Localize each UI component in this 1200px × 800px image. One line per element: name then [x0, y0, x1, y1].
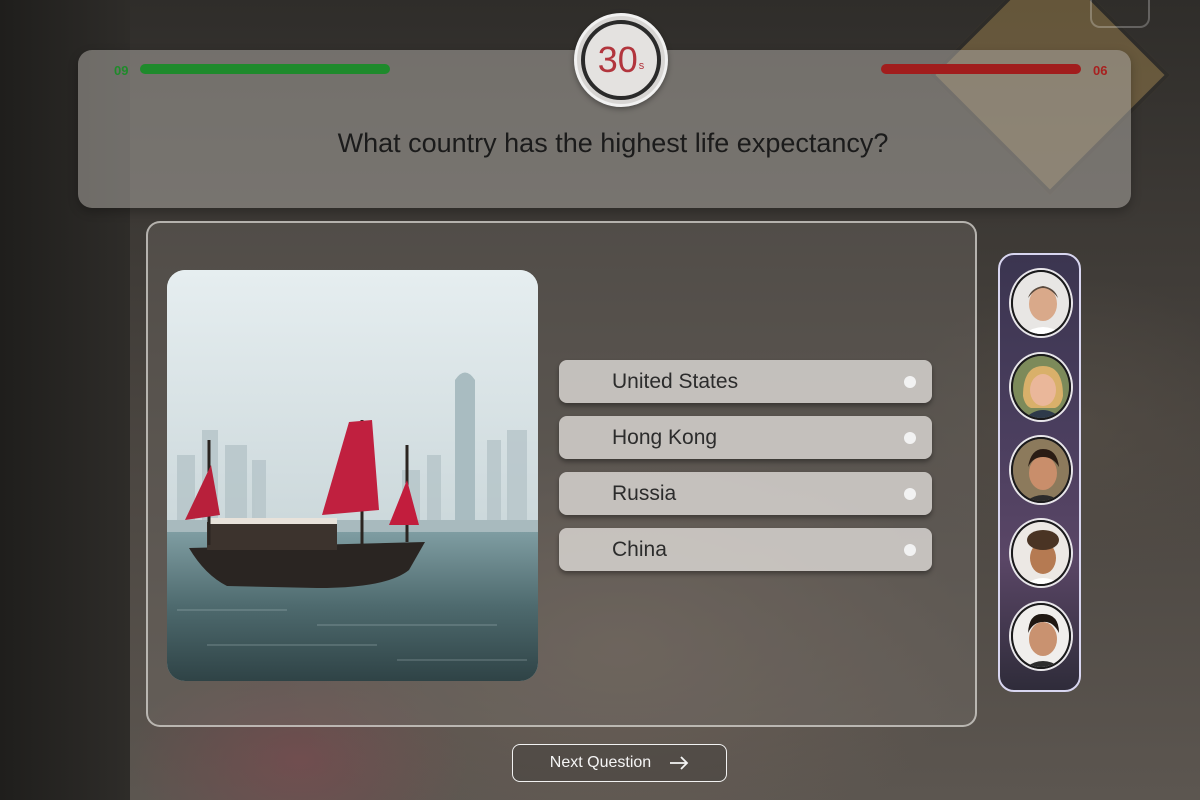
player-avatar-icon[interactable]: [1011, 437, 1071, 503]
answer-option-label: Hong Kong: [612, 426, 718, 449]
next-question-button[interactable]: Next Question: [512, 744, 727, 782]
answer-option-4[interactable]: China: [559, 528, 932, 571]
question-image: [167, 270, 538, 681]
player-avatar-icon[interactable]: [1011, 270, 1071, 336]
answer-option-2[interactable]: Hong Kong: [559, 416, 932, 459]
radio-dot-icon: [904, 376, 916, 388]
answer-option-label: United States: [612, 370, 739, 393]
junk-boat-photo-icon: [167, 270, 538, 681]
question-text: What country has the highest life expect…: [337, 128, 889, 158]
radio-dot-icon: [904, 544, 916, 556]
answer-option-1[interactable]: United States: [559, 360, 932, 403]
background-frame: [1090, 0, 1150, 28]
player-avatar-icon[interactable]: [1011, 520, 1071, 586]
answer-option-label: China: [612, 538, 667, 561]
answer-option-3[interactable]: Russia: [559, 472, 932, 515]
timer-ring: 30 s: [581, 20, 661, 100]
arrow-right-icon: [670, 756, 689, 770]
players-sidebar: [998, 253, 1081, 692]
radio-dot-icon: [904, 432, 916, 444]
player-avatar-icon[interactable]: [1011, 354, 1071, 420]
right-score-bar: [881, 64, 1081, 74]
answer-option-label: Russia: [612, 482, 677, 505]
left-score-bar: [140, 64, 390, 74]
next-question-label: Next Question: [549, 754, 652, 771]
left-score: 09: [114, 63, 129, 78]
radio-dot-icon: [904, 488, 916, 500]
countdown-timer: 30 s: [574, 13, 668, 107]
timer-value: 30: [597, 39, 638, 80]
player-avatar-icon[interactable]: [1011, 603, 1071, 669]
right-score: 06: [1093, 63, 1108, 78]
timer-unit: s: [638, 60, 645, 72]
